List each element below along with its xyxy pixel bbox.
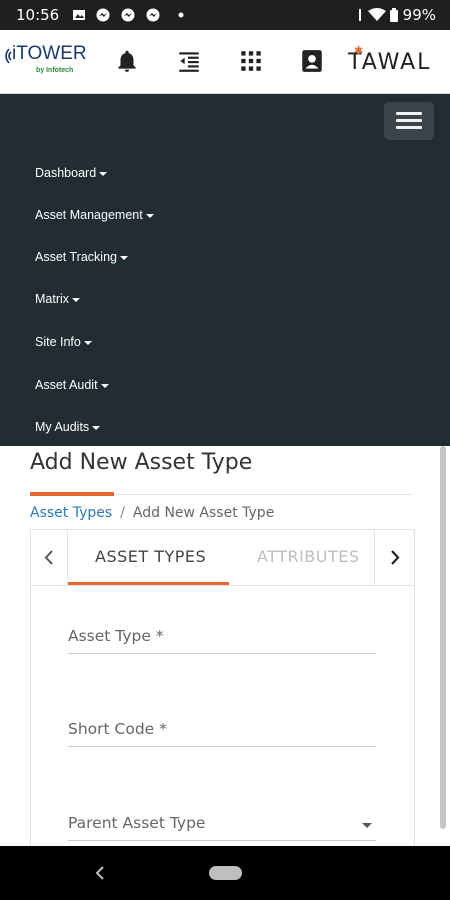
nav-item-label: Asset Tracking [35,250,117,264]
dot-icon [178,12,184,18]
main-navigation: Dashboard Asset Management Asset Trackin… [0,94,450,446]
outdent-icon[interactable] [176,48,202,74]
nav-item-asset-tracking[interactable]: Asset Tracking [35,250,128,264]
chevron-right-icon[interactable] [377,530,413,585]
short-code-field[interactable]: Short Code * [68,720,376,747]
vibrate-icon [359,9,361,21]
breadcrumb-separator: / [120,505,125,521]
image-icon [73,10,85,20]
nav-item-asset-audit[interactable]: Asset Audit [35,378,109,392]
tawal-logo-mark-icon: ✱ [354,44,366,57]
page-scrollbar[interactable] [440,446,446,829]
nav-item-label: Site Info [35,335,81,349]
active-tab-indicator [68,582,229,585]
tawal-logo[interactable]: ✱ TAWAL [348,44,431,75]
nav-item-label: Asset Management [35,208,143,222]
itower-logo-subtext: by Infotech [36,67,74,74]
nav-item-label: Matrix [35,292,70,306]
tab-attributes[interactable]: ATTRIBUTES [257,547,360,566]
breadcrumb-link-asset-types[interactable]: Asset Types [30,505,112,521]
parent-asset-type-select[interactable]: Parent Asset Type [68,814,376,841]
nav-item-asset-management[interactable]: Asset Management [35,208,154,222]
status-bar: 10:56 99% [0,0,450,30]
battery-percent: 99% [402,6,436,24]
breadcrumb: Asset Types / Add New Asset Type [30,505,274,521]
chevron-left-icon[interactable] [31,530,67,585]
wifi-icon [368,8,386,21]
nav-item-my-audits[interactable]: My Audits [35,420,101,434]
signal-icon [5,48,12,64]
hamburger-menu-button[interactable] [384,102,434,140]
asset-type-field-label: Asset Type * [68,627,164,645]
hamburger-line [396,119,422,122]
messenger-icon [96,8,110,22]
asset-type-field[interactable]: Asset Type * [68,627,376,654]
caret-down-icon [119,255,128,260]
tab-divider [67,530,68,585]
apps-grid-icon[interactable] [238,48,264,74]
bell-icon[interactable] [114,48,140,74]
status-time: 10:56 [16,6,60,24]
parent-asset-type-label: Parent Asset Type [68,814,206,832]
nav-item-site-info[interactable]: Site Info [35,335,92,349]
nav-item-matrix[interactable]: Matrix [35,292,81,306]
itower-logo[interactable]: iTOWER by Infotech [2,43,92,83]
dropdown-arrow-icon [362,823,372,828]
asset-type-form-card: ASSET TYPES ATTRIBUTES Asset Type * Shor… [30,529,415,861]
system-navigation-bar [0,846,450,900]
page-title: Add New Asset Type [30,450,253,475]
battery-icon [390,8,398,22]
caret-down-icon [145,213,154,218]
title-accent-bar [30,492,114,496]
itower-logo-text: iTOWER [12,43,87,64]
tab-bar: ASSET TYPES ATTRIBUTES [31,530,414,586]
caret-down-icon [100,383,109,388]
short-code-field-label: Short Code * [68,720,167,738]
contact-card-icon[interactable] [299,48,325,74]
tab-asset-types[interactable]: ASSET TYPES [95,547,206,566]
tab-divider [374,530,375,585]
back-icon[interactable] [92,863,110,883]
messenger-icon [121,8,135,22]
caret-down-icon [83,340,92,345]
caret-down-icon [92,425,101,430]
hamburger-line [396,126,422,129]
hamburger-line [396,112,422,115]
caret-down-icon [72,297,81,302]
breadcrumb-current: Add New Asset Type [132,505,275,521]
caret-down-icon [99,171,108,176]
nav-item-label: Dashboard [35,166,97,180]
nav-item-label: Asset Audit [35,378,98,392]
nav-item-dashboard[interactable]: Dashboard [35,166,108,180]
app-header: iTOWER by Infotech ✱ TAWAL [0,30,450,94]
nav-item-label: My Audits [35,420,90,434]
home-pill[interactable] [209,866,242,880]
messenger-icon [146,8,160,22]
